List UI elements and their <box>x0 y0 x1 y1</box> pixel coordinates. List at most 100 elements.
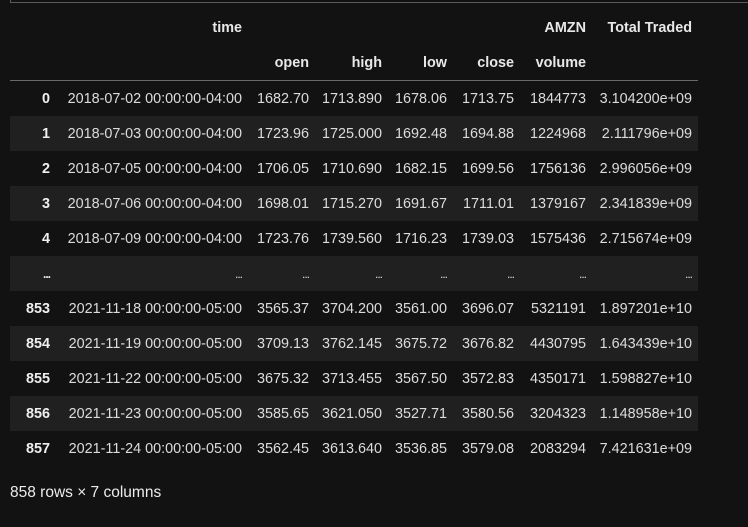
cell-total-traded: 3.104200e+09 <box>599 90 692 107</box>
cell-volume: 1224968 <box>529 125 586 142</box>
cell-volume: 1756136 <box>529 160 586 177</box>
cell-high: 1725.000 <box>321 125 382 142</box>
cell-close: 3572.83 <box>461 370 514 387</box>
cell-total-traded: 1.598827e+10 <box>599 370 692 387</box>
header-spacer <box>592 45 698 81</box>
row-index: 3 <box>41 195 50 212</box>
header-spacer <box>10 45 58 81</box>
cell-high: 1710.690 <box>321 160 382 177</box>
table-row: 856 2021-11-23 00:00:00-05:00 3585.65 3621.… <box>10 396 698 431</box>
cell-high: ... <box>374 266 383 281</box>
header-row-level1: time AMZN Total Traded <box>10 10 698 45</box>
cell-close: 1694.88 <box>461 125 514 142</box>
row-index: 855 <box>25 370 50 387</box>
cell-low: 3561.00 <box>394 300 447 317</box>
cell-volume: 1575436 <box>529 230 586 247</box>
index-header-blank <box>10 10 58 45</box>
cell-time: 2021-11-24 00:00:00-05:00 <box>68 440 242 457</box>
cell-volume: 3204323 <box>529 405 586 422</box>
cell-total-traded: 2.996056e+09 <box>599 160 692 177</box>
cell-open: 1723.96 <box>256 125 309 142</box>
cell-volume: 5321191 <box>531 300 586 317</box>
header-spacer <box>453 10 520 45</box>
column-header-low: low <box>388 45 453 81</box>
column-header-high: high <box>315 45 388 81</box>
cell-total-traded: 1.148958e+10 <box>599 405 692 422</box>
table-row: 855 2021-11-22 00:00:00-05:00 3675.32 3713.… <box>10 361 698 396</box>
row-index: ... <box>42 266 51 281</box>
cell-close: 1699.56 <box>461 160 514 177</box>
column-header-close: close <box>453 45 520 81</box>
dataframe-table: time AMZN Total Traded open high low clo… <box>10 10 698 466</box>
cell-high: 1715.270 <box>321 195 382 212</box>
cell-time: 2018-07-09 00:00:00-04:00 <box>67 230 242 247</box>
cell-high: 1739.560 <box>321 230 382 247</box>
cell-high: 3613.640 <box>321 440 382 457</box>
cell-time: 2018-07-03 00:00:00-04:00 <box>67 125 242 142</box>
dataframe-shape-label: 858 rows × 7 columns <box>10 484 162 501</box>
cell-total-traded: ... <box>684 266 693 281</box>
cell-high: 3762.145 <box>321 335 382 352</box>
cell-total-traded: 2.111796e+09 <box>601 125 692 142</box>
cell-time: 2021-11-23 00:00:00-05:00 <box>68 405 242 422</box>
cell-low: 1682.15 <box>394 160 447 177</box>
row-index: 853 <box>25 300 50 317</box>
table-row: 857 2021-11-24 00:00:00-05:00 3562.45 3613.… <box>10 431 698 466</box>
cell-close: 1739.03 <box>461 230 514 247</box>
cell-open: 1723.76 <box>256 230 309 247</box>
cell-high: 3713.455 <box>321 370 382 387</box>
header-spacer <box>248 10 315 45</box>
row-index: 857 <box>25 440 50 457</box>
cell-close: 3696.07 <box>461 300 514 317</box>
column-header-ticker: AMZN <box>544 19 586 36</box>
table-row: 3 2018-07-06 00:00:00-04:00 1698.01 1715.27… <box>10 186 698 221</box>
table-row: 854 2021-11-19 00:00:00-05:00 3709.13 3762.… <box>10 326 698 361</box>
cell-volume: 1844773 <box>529 90 586 107</box>
cell-total-traded: 7.421631e+09 <box>599 440 692 457</box>
cell-time: ... <box>234 266 243 281</box>
cell-close: 3676.82 <box>461 335 514 352</box>
cell-time: 2018-07-05 00:00:00-04:00 <box>67 160 242 177</box>
cell-time: 2018-07-06 00:00:00-04:00 <box>67 195 242 212</box>
cell-low: 1716.23 <box>394 230 447 247</box>
cell-close: 1711.01 <box>463 195 514 212</box>
column-header-total-traded: Total Traded <box>607 19 693 36</box>
cell-time: 2021-11-22 00:00:00-05:00 <box>68 370 242 387</box>
cell-time: 2021-11-18 00:00:00-05:00 <box>68 300 242 317</box>
header-spacer <box>388 10 453 45</box>
cell-open: 3709.13 <box>256 335 309 352</box>
cell-low: 1691.67 <box>394 195 447 212</box>
cell-low: 3527.71 <box>394 405 447 422</box>
cell-low: 3567.50 <box>394 370 447 387</box>
cell-time: 2021-11-19 00:00:00-05:00 <box>68 335 242 352</box>
output-cell-border <box>10 0 748 3</box>
table-row: 4 2018-07-09 00:00:00-04:00 1723.76 1739.56… <box>10 221 698 256</box>
cell-volume: 1379167 <box>529 195 586 212</box>
cell-open: 3562.45 <box>256 440 309 457</box>
cell-close: ... <box>506 266 515 281</box>
dataframe-body: 0 2018-07-02 00:00:00-04:00 1682.70 1713.89… <box>10 80 698 466</box>
table-row: 2 2018-07-05 00:00:00-04:00 1706.05 1710.69… <box>10 151 698 186</box>
header-spacer <box>58 45 248 81</box>
cell-open: ... <box>301 266 310 281</box>
cell-total-traded: 1.643439e+10 <box>599 335 692 352</box>
cell-volume: 4350171 <box>529 370 586 387</box>
ellipsis-row: ........................ <box>10 256 698 291</box>
cell-close: 3579.08 <box>461 440 514 457</box>
row-index: 1 <box>41 125 50 142</box>
header-spacer <box>315 10 388 45</box>
table-row: 853 2021-11-18 00:00:00-05:00 3565.37 3704.… <box>10 291 698 326</box>
cell-open: 3565.37 <box>256 300 309 317</box>
cell-low: ... <box>439 266 448 281</box>
cell-time: 2018-07-02 00:00:00-04:00 <box>67 90 242 107</box>
row-index: 2 <box>41 160 50 177</box>
row-index: 0 <box>41 90 50 107</box>
cell-low: 3675.72 <box>394 335 447 352</box>
cell-open: 3585.65 <box>256 405 309 422</box>
column-header-open: open <box>248 45 315 81</box>
cell-open: 1682.70 <box>256 90 309 107</box>
cell-high: 3704.200 <box>321 300 382 317</box>
cell-high: 1713.890 <box>321 90 382 107</box>
table-row: 0 2018-07-02 00:00:00-04:00 1682.70 1713.89… <box>10 80 698 116</box>
cell-high: 3621.050 <box>321 405 382 422</box>
